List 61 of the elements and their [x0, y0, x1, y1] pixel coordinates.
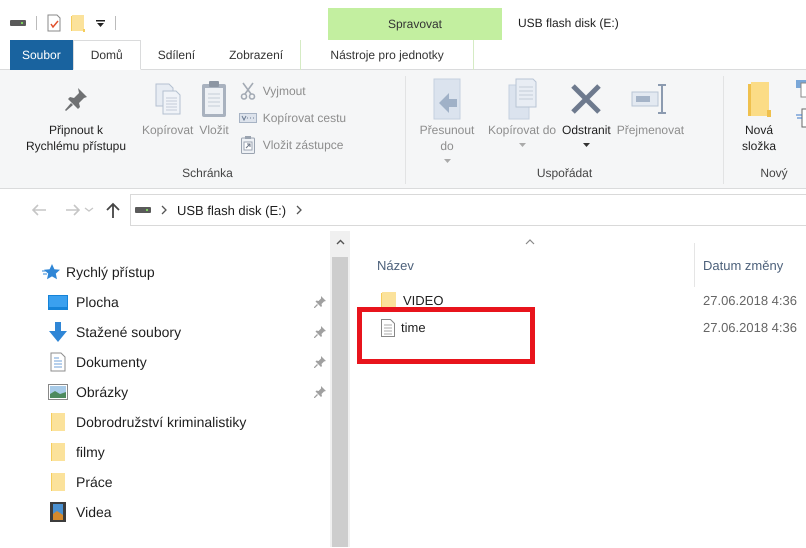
nav-item[interactable]: Videa	[0, 497, 330, 527]
folder-icon	[50, 472, 66, 492]
nav-header[interactable]: Rychlý přístup	[66, 264, 155, 280]
clipboard-icon	[200, 80, 228, 118]
date-cell-text: 27.06.2018 4:36	[702, 320, 797, 335]
ribbon-button[interactable]: Odstranit	[560, 76, 613, 166]
drive-icon	[10, 19, 26, 27]
chevron-icon[interactable]	[296, 205, 302, 215]
column-header[interactable]: Název	[377, 243, 694, 287]
caret-icon	[444, 159, 450, 163]
group-label: Schránka	[182, 166, 233, 182]
file-tab[interactable]: Soubor	[10, 40, 73, 70]
checklist-icon[interactable]	[47, 14, 61, 32]
nav-item[interactable]: Plocha	[0, 287, 330, 317]
copy-to-icon	[506, 77, 538, 121]
address-bar[interactable]: USB flash disk (E:)	[130, 194, 806, 226]
image-icon	[48, 384, 68, 400]
up-arrow-icon[interactable]	[105, 202, 121, 218]
monitor-icon	[48, 294, 68, 310]
star-icon	[42, 264, 60, 280]
document-icon	[50, 352, 66, 372]
sort-ascending-icon	[525, 239, 535, 245]
ribbon-tab[interactable]: Zobrazení	[212, 40, 300, 70]
nav-item[interactable]: Práce	[0, 467, 330, 497]
delete-icon	[570, 83, 602, 115]
file-name[interactable]: time	[401, 320, 426, 335]
folder-icon	[50, 412, 66, 432]
scrollbar[interactable]	[330, 231, 350, 547]
scissors-icon	[240, 82, 256, 100]
chevron-icon[interactable]	[161, 205, 167, 215]
folder-icon	[50, 442, 66, 462]
ribbon-button[interactable]: Nová složka	[728, 76, 790, 166]
file-name[interactable]: VIDEO	[403, 293, 444, 308]
nav-item[interactable]: filmy	[0, 437, 330, 467]
breadcrumb[interactable]: USB flash disk (E:)	[177, 202, 286, 218]
drive-icon	[135, 206, 151, 214]
shortcut-icon	[240, 136, 255, 154]
group-label: Nový	[760, 166, 788, 182]
date-cell-text: 27.06.2018 4:36	[702, 293, 797, 308]
caret-icon	[582, 143, 590, 147]
column-header[interactable]: Datum změny	[694, 243, 790, 287]
nav-item[interactable]: Stažené soubory	[0, 317, 330, 347]
nav-item[interactable]: Obrázky	[0, 377, 330, 407]
move-icon	[431, 77, 463, 121]
dropdown-icon[interactable]	[96, 18, 105, 28]
contextual-tab-group: Spravovat	[328, 8, 502, 40]
film-icon	[50, 502, 66, 522]
caret-icon	[518, 143, 526, 147]
group-label: Uspořádat	[536, 166, 592, 182]
window-title: USB flash disk (E:)	[517, 16, 619, 32]
copy-icon	[154, 82, 182, 116]
download-icon	[48, 322, 68, 342]
text-file-icon	[381, 318, 395, 336]
folder-icon	[746, 80, 772, 118]
path-icon	[238, 112, 257, 124]
nav-item[interactable]: Dokumenty	[0, 347, 330, 377]
ribbon-tab[interactable]: Domů	[72, 40, 141, 70]
ribbon-button[interactable]: Připnout k Rychlému přístupu	[14, 76, 138, 166]
ribbon-tab[interactable]: Sdílení	[140, 40, 212, 70]
nav-item[interactable]: Dobrodružství kriminalistiky	[0, 407, 330, 437]
scroll-up-icon[interactable]	[336, 239, 344, 245]
